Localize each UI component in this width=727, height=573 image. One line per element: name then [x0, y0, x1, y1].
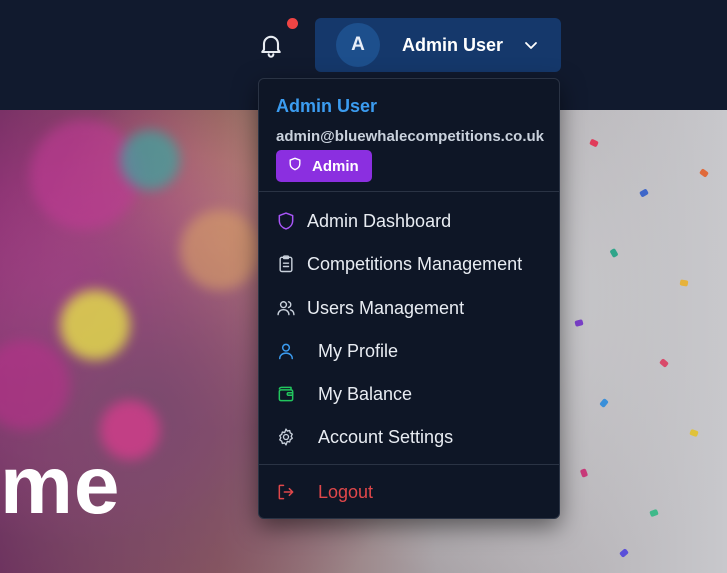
user-dropdown-menu: Admin User admin@bluewhalecompetitions.c… — [258, 78, 560, 519]
menu-item-admin-dashboard[interactable]: Admin Dashboard — [259, 201, 559, 241]
shield-icon — [276, 157, 312, 175]
menu-item-account-settings[interactable]: Account Settings — [259, 417, 559, 457]
dropdown-user-name: Admin User — [276, 96, 378, 116]
logout-label: Logout — [318, 481, 374, 502]
menu-item-competitions-management[interactable]: Competitions Management — [259, 244, 559, 284]
menu-item-label: My Profile — [318, 340, 399, 361]
user-menu-button[interactable]: A Admin User — [315, 18, 561, 72]
menu-item-my-balance[interactable]: My Balance — [259, 374, 559, 414]
menu-item-label: Competitions Management — [307, 253, 523, 274]
role-badge: Admin — [276, 150, 372, 182]
clipboard-icon — [275, 253, 297, 275]
menu-item-my-profile[interactable]: My Profile — [259, 331, 559, 371]
chevron-down-icon — [523, 37, 539, 53]
menu-item-users-management[interactable]: Users Management — [259, 288, 559, 328]
menu-item-label: My Balance — [318, 383, 413, 404]
menu-item-label: Admin Dashboard — [307, 210, 452, 231]
wallet-icon — [275, 383, 297, 405]
users-icon — [275, 297, 297, 319]
shield-icon — [275, 210, 297, 232]
hero-heading: me — [0, 440, 121, 531]
dropdown-user-email: admin@bluewhalecompetitions.co.uk — [276, 128, 545, 145]
user-menu-name: Admin User — [402, 34, 504, 55]
avatar: A — [336, 23, 380, 67]
role-badge-label: Admin — [312, 157, 359, 175]
notification-dot — [287, 18, 298, 29]
menu-item-label: Account Settings — [318, 426, 454, 447]
bell-icon — [257, 35, 285, 64]
logout-button[interactable]: Logout — [259, 472, 559, 512]
menu-item-label: Users Management — [307, 297, 465, 318]
notifications-button[interactable] — [257, 18, 298, 60]
divider — [259, 464, 559, 465]
user-icon — [275, 340, 297, 362]
logout-icon — [275, 481, 297, 503]
divider — [259, 191, 559, 192]
gear-icon — [275, 426, 297, 448]
